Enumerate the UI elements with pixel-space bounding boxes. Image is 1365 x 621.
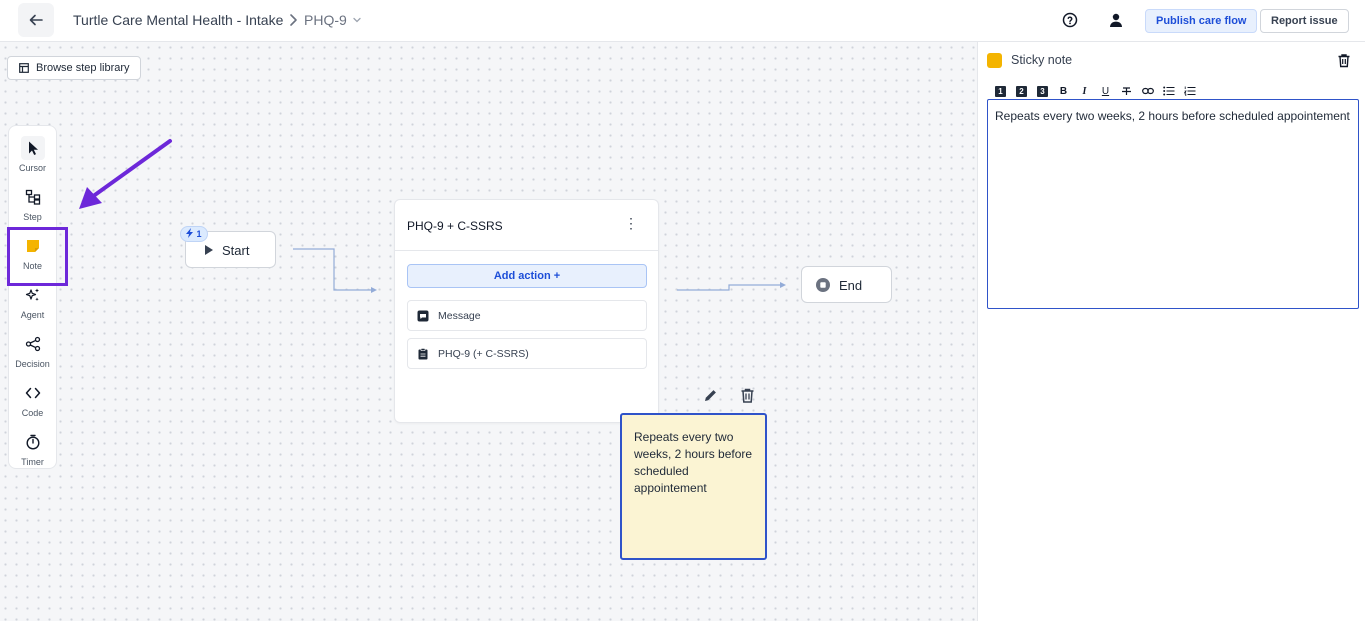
underline-button[interactable]: U bbox=[1095, 84, 1116, 98]
pencil-icon[interactable] bbox=[703, 388, 718, 403]
trash-icon[interactable] bbox=[739, 387, 756, 404]
trigger-badge[interactable]: 1 bbox=[180, 226, 208, 242]
step-card[interactable]: PHQ-9 + C-SSRS ⋮ Add action + Message PH… bbox=[394, 199, 659, 423]
strikethrough-icon bbox=[1122, 86, 1131, 95]
help-icon[interactable] bbox=[1062, 12, 1078, 28]
bullet-list-button[interactable] bbox=[1158, 84, 1179, 98]
bold-button[interactable]: B bbox=[1053, 84, 1074, 98]
start-label: Start bbox=[222, 243, 250, 258]
numbered-list-button[interactable] bbox=[1179, 84, 1200, 98]
heading-1-icon: 1 bbox=[995, 85, 1006, 97]
strikethrough-button[interactable] bbox=[1116, 84, 1137, 98]
note-color-swatch bbox=[987, 53, 1002, 68]
report-issue-button[interactable]: Report issue bbox=[1260, 9, 1349, 33]
action-message[interactable]: Message bbox=[407, 300, 647, 331]
play-icon bbox=[205, 245, 213, 255]
heading-1-button[interactable]: 1 bbox=[990, 84, 1011, 98]
action-form[interactable]: PHQ-9 (+ C-SSRS) bbox=[407, 338, 647, 369]
link-button[interactable] bbox=[1137, 84, 1158, 98]
trigger-count: 1 bbox=[196, 229, 202, 239]
end-node[interactable]: End bbox=[801, 266, 892, 303]
track-title[interactable]: PHQ-9 bbox=[304, 12, 347, 28]
action-label: PHQ-9 (+ C-SSRS) bbox=[438, 348, 529, 360]
heading-3-button[interactable]: 3 bbox=[1032, 84, 1053, 98]
link-icon bbox=[1141, 87, 1154, 95]
numbered-list-icon bbox=[1183, 86, 1195, 96]
action-label: Message bbox=[438, 310, 481, 322]
user-icon[interactable] bbox=[1108, 12, 1124, 28]
bold-icon: B bbox=[1059, 85, 1068, 97]
chevron-down-icon[interactable] bbox=[352, 15, 362, 25]
step-title: PHQ-9 + C-SSRS bbox=[407, 219, 503, 233]
heading-2-button[interactable]: 2 bbox=[1011, 84, 1032, 98]
arrow-left-icon bbox=[29, 14, 43, 26]
panel-title: Sticky note bbox=[1011, 53, 1073, 67]
italic-icon: I bbox=[1082, 85, 1087, 97]
lightning-icon bbox=[186, 228, 193, 238]
bullet-list-icon bbox=[1162, 86, 1174, 96]
careflow-title[interactable]: Turtle Care Mental Health - Intake bbox=[73, 12, 283, 28]
top-bar: Turtle Care Mental Health - Intake PHQ-9… bbox=[0, 0, 1365, 42]
trash-icon[interactable] bbox=[1337, 53, 1351, 68]
more-options-icon[interactable]: ⋮ bbox=[624, 214, 638, 232]
flow-canvas[interactable]: Browse step library Cursor Step Note Age… bbox=[0, 42, 977, 621]
chevron-right-icon bbox=[290, 14, 297, 26]
back-button[interactable] bbox=[18, 3, 54, 37]
publish-care-flow-button[interactable]: Publish care flow bbox=[1145, 9, 1258, 33]
stop-icon bbox=[816, 278, 830, 292]
end-label: End bbox=[839, 278, 863, 293]
divider bbox=[395, 250, 658, 251]
add-action-button[interactable]: Add action + bbox=[407, 264, 647, 288]
sticky-note-panel: Sticky note 1 2 3 B I U Repeats every tw… bbox=[977, 42, 1365, 621]
italic-button[interactable]: I bbox=[1074, 84, 1095, 98]
sticky-note[interactable]: Repeats every two weeks, 2 hours before … bbox=[620, 413, 767, 560]
heading-3-icon: 3 bbox=[1037, 85, 1048, 97]
heading-2-icon: 2 bbox=[1016, 85, 1027, 97]
message-icon bbox=[417, 310, 429, 322]
format-toolbar: 1 2 3 B I U bbox=[990, 84, 1200, 98]
underline-icon: U bbox=[1101, 85, 1110, 97]
form-icon bbox=[418, 348, 428, 360]
note-editor[interactable]: Repeats every two weeks, 2 hours before … bbox=[987, 99, 1359, 309]
